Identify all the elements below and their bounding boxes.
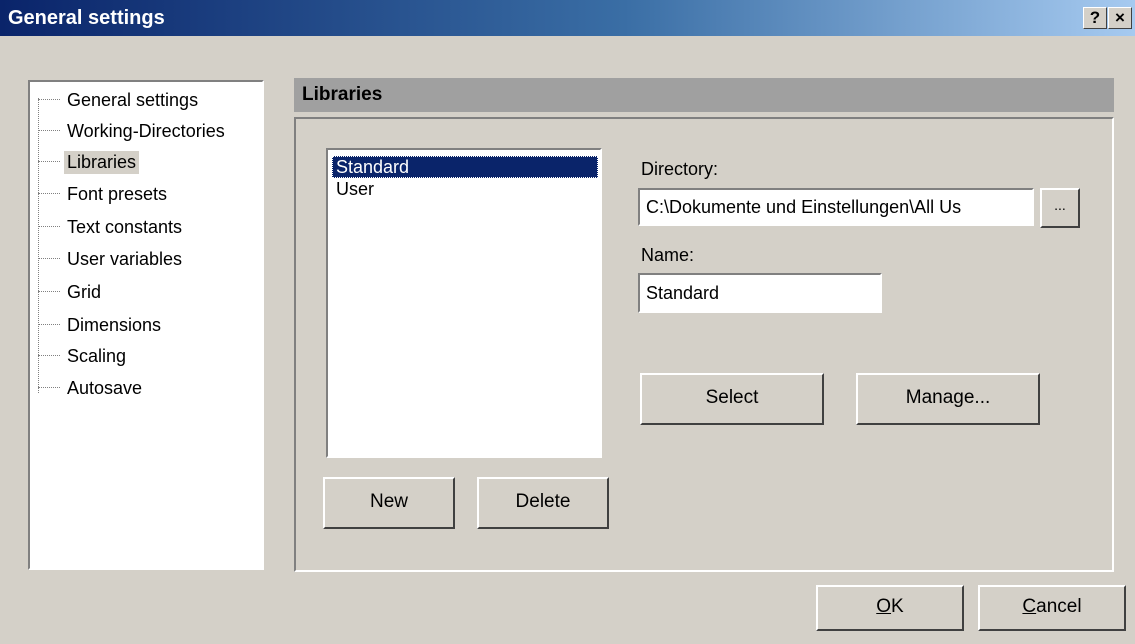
tree-item-label: Libraries [64, 150, 140, 174]
tree-item-label: User variables [67, 248, 183, 269]
library-item-standard[interactable]: Standard [332, 156, 598, 178]
settings-tree[interactable]: General settings Working-Directories Lib… [28, 80, 264, 570]
select-button[interactable]: Select [640, 373, 824, 425]
tree-branch [38, 355, 60, 357]
cancel-label-rest: ancel [1036, 596, 1082, 617]
tree-item-dimensions[interactable]: Dimensions [38, 310, 164, 340]
name-field[interactable]: Standard [638, 273, 882, 313]
tree-item-libraries[interactable]: Libraries [38, 147, 140, 177]
name-label: Name: [641, 245, 695, 265]
tree-item-autosave[interactable]: Autosave [38, 373, 145, 403]
tree-item-grid[interactable]: Grid [38, 277, 104, 307]
tree-branch [38, 226, 60, 228]
directory-label: Directory: [641, 159, 719, 179]
close-icon: × [1115, 8, 1125, 27]
manage-button[interactable]: Manage... [856, 373, 1040, 425]
browse-button[interactable]: ... [1040, 188, 1080, 228]
tree-item-working-directories[interactable]: Working-Directories [38, 116, 228, 146]
tree-item-label: General settings [67, 89, 199, 110]
help-icon: ? [1089, 8, 1101, 27]
tree-item-label: Font presets [67, 183, 168, 204]
library-list[interactable]: Standard User [326, 148, 602, 458]
window-title: General settings [8, 7, 165, 29]
ok-mnemonic: O [876, 596, 892, 617]
tree-item-label: Working-Directories [67, 120, 225, 141]
tree-item-label: Autosave [67, 377, 143, 398]
directory-field[interactable]: C:\Dokumente und Einstellungen\All Us [638, 188, 1034, 226]
tree-branch [38, 258, 60, 260]
tree-branch [38, 99, 60, 101]
delete-button[interactable]: Delete [477, 477, 609, 529]
tree-branch [38, 161, 60, 163]
cancel-mnemonic: C [1022, 596, 1037, 617]
tree-item-label: Text constants [67, 216, 183, 237]
tree-item-font-presets[interactable]: Font presets [38, 179, 170, 209]
tree-branch [38, 387, 60, 389]
tree-item-text-constants[interactable]: Text constants [38, 212, 185, 242]
library-item-user[interactable]: User [332, 178, 378, 200]
section-header: Libraries [294, 78, 1114, 112]
tree-item-general-settings[interactable]: General settings [38, 85, 201, 115]
tree-item-label: Dimensions [67, 314, 162, 335]
tree-branch [38, 193, 60, 195]
cancel-button[interactable]: Cancel [978, 585, 1126, 631]
new-button[interactable]: New [323, 477, 455, 529]
help-button[interactable]: ? [1083, 7, 1107, 29]
close-button[interactable]: × [1108, 7, 1132, 29]
tree-item-label: Scaling [67, 345, 127, 366]
ok-label-rest: K [891, 596, 904, 617]
tree-item-scaling[interactable]: Scaling [38, 341, 129, 371]
ok-button[interactable]: OK [816, 585, 964, 631]
tree-item-label: Grid [67, 281, 102, 302]
tree-branch [38, 324, 60, 326]
tree-branch [38, 291, 60, 293]
title-bar: General settings ? × [0, 0, 1135, 36]
tree-branch [38, 130, 60, 132]
tree-item-user-variables[interactable]: User variables [38, 244, 185, 274]
